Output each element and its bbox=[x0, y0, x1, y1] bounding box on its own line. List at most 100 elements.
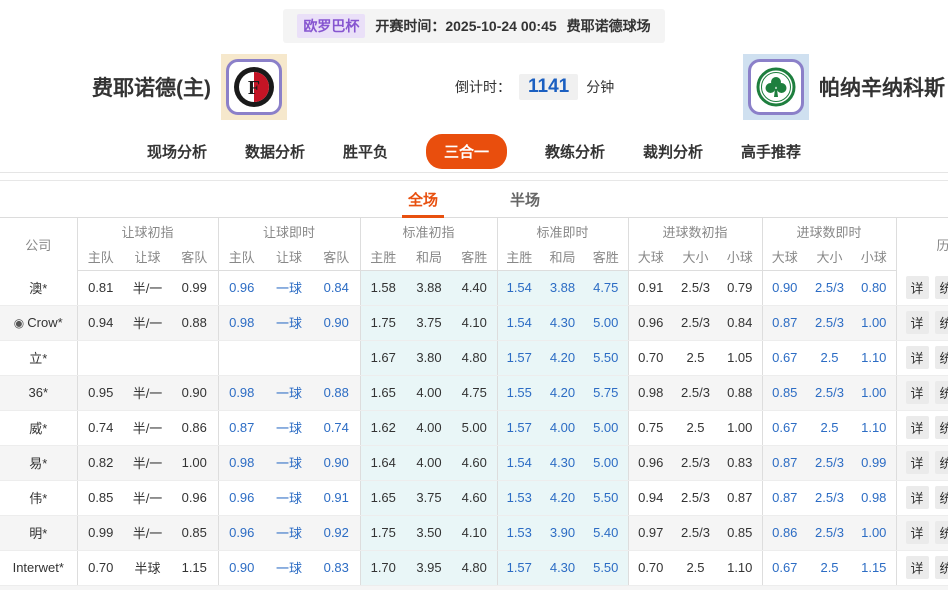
odds-cell[interactable]: 0.92 bbox=[313, 515, 360, 550]
odds-cell[interactable]: 0.67 bbox=[762, 550, 807, 585]
stats-button[interactable]: 统 bbox=[935, 416, 948, 439]
odds-cell[interactable]: 1.15 bbox=[852, 550, 896, 585]
stats-button[interactable]: 统 bbox=[935, 276, 948, 299]
odds-cell[interactable]: 4.20 bbox=[541, 340, 584, 375]
odds-cell[interactable]: 1.53 bbox=[497, 480, 541, 515]
odds-cell[interactable]: 1.00 bbox=[852, 305, 896, 340]
odds-cell[interactable]: 1.57 bbox=[497, 550, 541, 585]
odds-cell[interactable]: 0.86 bbox=[762, 515, 807, 550]
detail-button[interactable]: 详 bbox=[906, 556, 929, 579]
odds-cell[interactable]: 0.96 bbox=[218, 515, 265, 550]
nav-tab-6[interactable]: 高手推荐 bbox=[741, 141, 801, 162]
odds-cell[interactable]: 0.98 bbox=[852, 480, 896, 515]
odds-cell[interactable]: 5.50 bbox=[584, 480, 628, 515]
stats-button[interactable]: 统 bbox=[935, 311, 948, 334]
stats-button[interactable]: 统 bbox=[935, 556, 948, 579]
odds-cell[interactable]: 2.5 bbox=[807, 550, 852, 585]
odds-cell[interactable]: 0.85 bbox=[762, 375, 807, 410]
odds-cell[interactable]: 3.90 bbox=[541, 515, 584, 550]
odds-cell[interactable]: 4.30 bbox=[541, 305, 584, 340]
detail-button[interactable]: 详 bbox=[906, 416, 929, 439]
odds-cell[interactable]: 0.98 bbox=[218, 305, 265, 340]
nav-tab-4[interactable]: 教练分析 bbox=[545, 141, 605, 162]
odds-cell[interactable]: 0.96 bbox=[218, 270, 265, 305]
odds-cell[interactable]: 1.10 bbox=[852, 340, 896, 375]
odds-cell[interactable]: 2.5 bbox=[807, 410, 852, 445]
odds-cell[interactable]: 0.90 bbox=[313, 445, 360, 480]
odds-cell[interactable]: 5.50 bbox=[584, 550, 628, 585]
odds-cell[interactable]: 3.88 bbox=[541, 270, 584, 305]
detail-button[interactable]: 详 bbox=[906, 311, 929, 334]
odds-cell[interactable]: 4.00 bbox=[541, 410, 584, 445]
nav-tab-5[interactable]: 裁判分析 bbox=[643, 141, 703, 162]
odds-cell[interactable]: 一球 bbox=[265, 515, 313, 550]
subtab-0[interactable]: 全场 bbox=[408, 181, 438, 217]
odds-cell[interactable]: 4.30 bbox=[541, 445, 584, 480]
stats-button[interactable]: 统 bbox=[935, 381, 948, 404]
detail-button[interactable]: 详 bbox=[906, 486, 929, 509]
odds-cell[interactable]: 4.20 bbox=[541, 480, 584, 515]
odds-cell[interactable]: 5.50 bbox=[584, 340, 628, 375]
odds-cell[interactable]: 1.54 bbox=[497, 270, 541, 305]
odds-cell[interactable]: 0.87 bbox=[218, 410, 265, 445]
nav-tab-3[interactable]: 三合一 bbox=[426, 134, 507, 169]
odds-cell[interactable]: 5.40 bbox=[584, 515, 628, 550]
odds-cell[interactable]: 1.57 bbox=[497, 410, 541, 445]
odds-cell[interactable]: 0.91 bbox=[313, 480, 360, 515]
subtab-1[interactable]: 半场 bbox=[510, 181, 540, 217]
odds-cell[interactable]: 一球 bbox=[265, 410, 313, 445]
odds-cell[interactable]: 0.87 bbox=[762, 305, 807, 340]
odds-cell[interactable]: 5.75 bbox=[584, 375, 628, 410]
nav-tab-2[interactable]: 胜平负 bbox=[343, 141, 388, 162]
odds-cell[interactable]: 0.80 bbox=[852, 270, 896, 305]
odds-cell[interactable]: 0.90 bbox=[218, 550, 265, 585]
odds-cell[interactable]: 0.90 bbox=[313, 305, 360, 340]
odds-cell[interactable]: 0.98 bbox=[218, 375, 265, 410]
odds-cell[interactable]: 一球 bbox=[265, 480, 313, 515]
odds-cell[interactable] bbox=[313, 340, 360, 375]
odds-cell[interactable]: 1.10 bbox=[852, 410, 896, 445]
odds-cell[interactable]: 4.20 bbox=[541, 375, 584, 410]
odds-cell[interactable] bbox=[265, 340, 313, 375]
detail-button[interactable]: 详 bbox=[906, 521, 929, 544]
odds-cell[interactable]: 1.00 bbox=[852, 515, 896, 550]
odds-cell[interactable]: 5.00 bbox=[584, 410, 628, 445]
odds-cell[interactable]: 一球 bbox=[265, 550, 313, 585]
odds-cell[interactable]: 0.90 bbox=[762, 270, 807, 305]
detail-button[interactable]: 详 bbox=[906, 381, 929, 404]
odds-cell[interactable]: 1.54 bbox=[497, 305, 541, 340]
detail-button[interactable]: 详 bbox=[906, 276, 929, 299]
odds-cell[interactable]: 2.5/3 bbox=[807, 515, 852, 550]
odds-cell[interactable]: 1.57 bbox=[497, 340, 541, 375]
nav-tab-0[interactable]: 现场分析 bbox=[147, 141, 207, 162]
odds-cell[interactable]: 5.00 bbox=[584, 445, 628, 480]
odds-cell[interactable]: 2.5/3 bbox=[807, 445, 852, 480]
detail-button[interactable]: 详 bbox=[906, 346, 929, 369]
odds-cell[interactable]: 1.55 bbox=[497, 375, 541, 410]
odds-cell[interactable]: 1.00 bbox=[852, 375, 896, 410]
odds-cell[interactable]: 4.75 bbox=[584, 270, 628, 305]
odds-cell[interactable]: 一球 bbox=[265, 375, 313, 410]
nav-tab-1[interactable]: 数据分析 bbox=[245, 141, 305, 162]
odds-cell[interactable]: 0.84 bbox=[313, 270, 360, 305]
odds-cell[interactable]: 0.87 bbox=[762, 445, 807, 480]
odds-cell[interactable]: 一球 bbox=[265, 445, 313, 480]
odds-cell[interactable]: 0.83 bbox=[313, 550, 360, 585]
odds-cell[interactable]: 一球 bbox=[265, 270, 313, 305]
odds-cell[interactable]: 1.54 bbox=[497, 445, 541, 480]
odds-cell[interactable]: 0.96 bbox=[218, 480, 265, 515]
odds-cell[interactable]: 一球 bbox=[265, 305, 313, 340]
odds-cell[interactable]: 0.98 bbox=[218, 445, 265, 480]
odds-cell[interactable]: 2.5 bbox=[807, 340, 852, 375]
odds-cell[interactable]: 0.67 bbox=[762, 410, 807, 445]
odds-cell[interactable]: 0.74 bbox=[313, 410, 360, 445]
detail-button[interactable]: 详 bbox=[906, 451, 929, 474]
stats-button[interactable]: 统 bbox=[935, 451, 948, 474]
odds-cell[interactable]: 1.53 bbox=[497, 515, 541, 550]
stats-button[interactable]: 统 bbox=[935, 486, 948, 509]
odds-cell[interactable]: 5.00 bbox=[584, 305, 628, 340]
odds-cell[interactable]: 2.5/3 bbox=[807, 480, 852, 515]
odds-cell[interactable]: 0.88 bbox=[313, 375, 360, 410]
odds-cell[interactable]: 2.5/3 bbox=[807, 375, 852, 410]
odds-cell[interactable]: 4.30 bbox=[541, 550, 584, 585]
